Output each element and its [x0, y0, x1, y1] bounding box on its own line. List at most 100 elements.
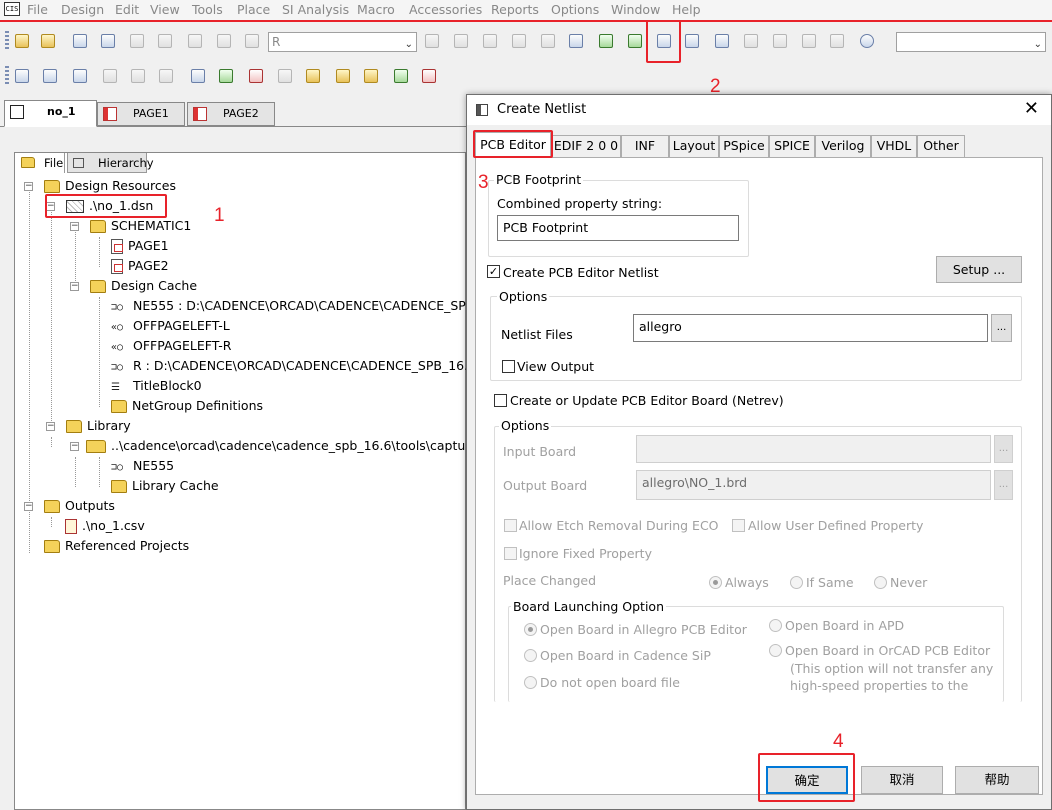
dialog-titlebar[interactable]: Create Netlist ✕	[467, 95, 1051, 125]
collapse-icon[interactable]: −	[70, 282, 79, 291]
tree-item-offpage-l[interactable]: «○ OFFPAGELEFT-L	[111, 316, 230, 336]
edit-checklist-icon[interactable]	[333, 66, 353, 86]
duplicate-icon[interactable]	[275, 66, 295, 86]
tab-verilog[interactable]: Verilog	[815, 135, 871, 157]
part-editor-icon[interactable]	[12, 66, 32, 86]
import-icon[interactable]	[216, 66, 236, 86]
allow-etch-checkbox[interactable]	[504, 519, 517, 532]
collapse-icon[interactable]: −	[70, 442, 79, 451]
menu-options[interactable]: Options	[551, 2, 599, 17]
tab-edif[interactable]: EDIF 2 0 0	[551, 135, 621, 157]
view-eye-icon[interactable]	[538, 31, 558, 51]
filter-icon[interactable]	[303, 66, 323, 86]
project-manager-icon[interactable]	[827, 31, 847, 51]
tab-layout[interactable]: Layout	[669, 135, 719, 157]
create-netlist-checkbox[interactable]: ✓	[487, 265, 500, 278]
tree-item-referenced-projects[interactable]: Referenced Projects	[44, 536, 189, 556]
launch-sip-radio[interactable]	[524, 649, 537, 662]
output-board-input[interactable]: allegro\NO_1.brd	[636, 470, 991, 500]
setup-button[interactable]: Setup ...	[936, 256, 1022, 283]
check-icon[interactable]	[70, 66, 90, 86]
menu-file[interactable]: File	[27, 2, 48, 17]
menu-design[interactable]: Design	[61, 2, 104, 17]
part-search-combo[interactable]: R ⌄	[268, 32, 417, 52]
menu-place[interactable]: Place	[237, 2, 270, 17]
input-board-input[interactable]	[636, 435, 991, 463]
tab-pcb-editor[interactable]: PCB Editor	[475, 132, 551, 158]
launch-none-radio[interactable]	[524, 676, 537, 689]
collapse-icon[interactable]: −	[46, 202, 55, 211]
cross-reference-icon[interactable]	[682, 31, 702, 51]
menu-macro[interactable]: Macro	[357, 2, 395, 17]
create-board-checkbox[interactable]	[494, 394, 507, 407]
ok-button[interactable]: 确定	[766, 766, 848, 794]
place-always-radio[interactable]	[709, 576, 722, 589]
view-output-checkbox[interactable]	[502, 360, 515, 373]
netlist-files-input[interactable]: allegro	[633, 314, 988, 342]
collapse-icon[interactable]: −	[24, 182, 33, 191]
save-icon[interactable]	[70, 31, 90, 51]
tree-item-library-cache[interactable]: Library Cache	[111, 476, 219, 496]
allow-user-property-checkbox[interactable]	[732, 519, 745, 532]
menu-edit[interactable]: Edit	[115, 2, 139, 17]
pane-tab-file[interactable]: File	[15, 153, 65, 173]
toolbar-grip-icon[interactable]	[5, 66, 9, 86]
collapse-icon[interactable]: −	[46, 422, 55, 431]
app-icon[interactable]: CIS	[4, 2, 20, 16]
place-bus-icon[interactable]	[156, 66, 176, 86]
menu-view[interactable]: View	[150, 2, 180, 17]
tree-item-r-cache[interactable]: ⊐○ R : D:\CADENCE\ORCAD\CADENCE\CADENCE_S…	[111, 356, 488, 376]
help-icon[interactable]	[857, 31, 877, 51]
place-pin-icon[interactable]	[128, 66, 148, 86]
menu-accessories[interactable]: Accessories	[409, 2, 482, 17]
right-toolbar-combo[interactable]: ⌄	[896, 32, 1046, 52]
open-folder-icon[interactable]	[38, 31, 58, 51]
place-port-icon[interactable]	[100, 66, 120, 86]
copy-icon[interactable]	[155, 31, 175, 51]
place-if-same-radio[interactable]	[790, 576, 803, 589]
launch-allegro-radio[interactable]	[524, 623, 537, 636]
tab-pspice[interactable]: PSpice	[719, 135, 769, 157]
menu-si-analysis[interactable]: SI Analysis	[282, 2, 349, 17]
delete-table-icon[interactable]	[419, 66, 439, 86]
tree-item-titleblock[interactable]: ☰ TitleBlock0	[111, 376, 202, 396]
tab-page1[interactable]: PAGE1	[97, 102, 185, 126]
tab-page2[interactable]: PAGE2	[187, 102, 275, 126]
tree-item-page2[interactable]: PAGE2	[111, 256, 169, 276]
library-icon[interactable]	[40, 66, 60, 86]
tree-item-offpage-r[interactable]: «○ OFFPAGELEFT-R	[111, 336, 231, 356]
launch-apd-radio[interactable]	[769, 619, 782, 632]
cut-icon[interactable]	[127, 31, 147, 51]
tab-other[interactable]: Other	[917, 135, 965, 157]
help-button[interactable]: 帮助	[955, 766, 1039, 794]
edit-notes-icon[interactable]	[361, 66, 381, 86]
drag-connected-icon[interactable]	[799, 31, 819, 51]
create-netlist-icon[interactable]	[654, 31, 674, 51]
search-db-icon[interactable]	[188, 66, 208, 86]
tree-item-ne555-cache[interactable]: ⊐○ NE555 : D:\CADENCE\ORCAD\CADENCE\CADEN…	[111, 296, 489, 316]
tab-no-1[interactable]: no_1	[4, 100, 97, 127]
combined-property-input[interactable]: PCB Footprint	[497, 215, 739, 241]
menu-reports[interactable]: Reports	[491, 2, 539, 17]
redo-icon[interactable]	[242, 31, 262, 51]
zoom-in-icon[interactable]	[422, 31, 442, 51]
cancel-button[interactable]: 取消	[861, 766, 943, 794]
annotate-icon[interactable]	[566, 31, 586, 51]
tab-spice[interactable]: SPICE	[769, 135, 815, 157]
paste-icon[interactable]	[185, 31, 205, 51]
tree-item-csv[interactable]: .\no_1.csv	[65, 516, 145, 536]
tab-vhdl[interactable]: VHDL	[871, 135, 917, 157]
input-board-browse-button[interactable]: ...	[994, 435, 1013, 463]
menu-help[interactable]: Help	[672, 2, 701, 17]
launch-orcad-pcb-radio[interactable]	[769, 644, 782, 657]
export-icon[interactable]	[391, 66, 411, 86]
collapse-icon[interactable]: −	[24, 502, 33, 511]
area-select-icon[interactable]	[770, 31, 790, 51]
netlist-browse-button[interactable]: ...	[991, 314, 1012, 342]
zoom-out-icon[interactable]	[451, 31, 471, 51]
tree-item-netgroup[interactable]: NetGroup Definitions	[111, 396, 263, 416]
menu-window[interactable]: Window	[611, 2, 660, 17]
collapse-icon[interactable]: −	[70, 222, 79, 231]
output-board-browse-button[interactable]: ...	[994, 470, 1013, 500]
print-icon[interactable]	[98, 31, 118, 51]
